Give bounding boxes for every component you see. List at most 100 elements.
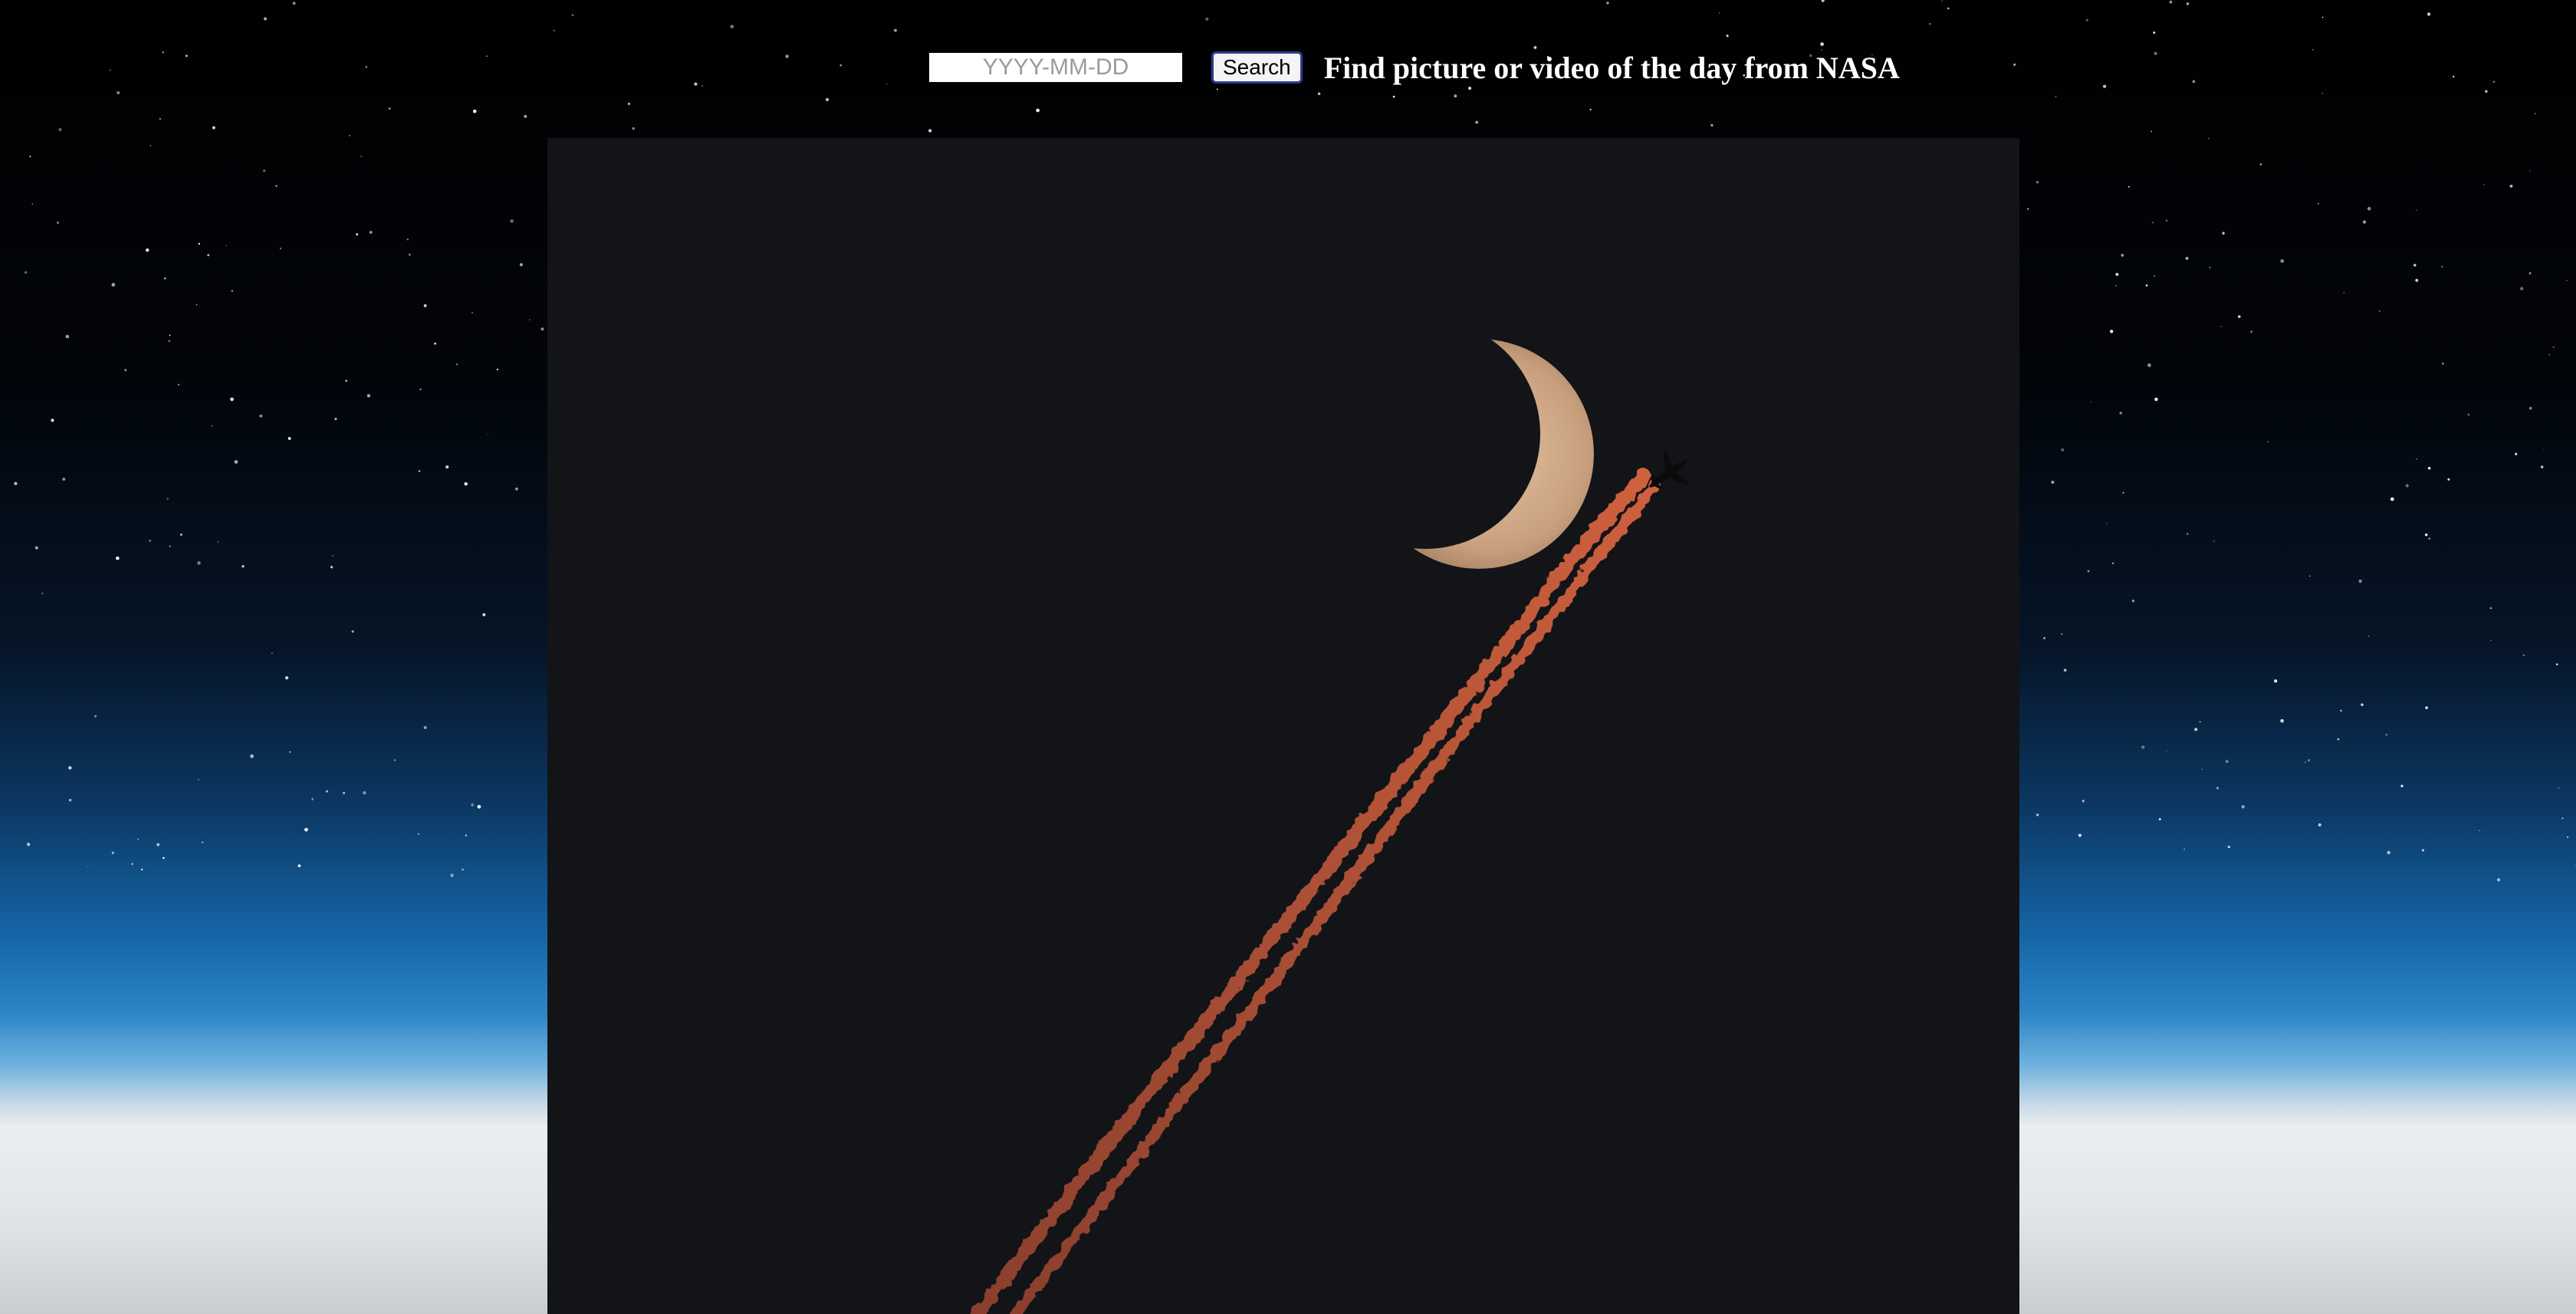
star (2529, 406, 2532, 410)
star (345, 379, 347, 382)
star (1820, 42, 1824, 46)
star (2216, 787, 2220, 790)
star (51, 419, 54, 422)
star (2361, 703, 2364, 706)
star (2400, 784, 2404, 787)
star (2112, 562, 2114, 564)
star (893, 28, 897, 32)
star (2425, 533, 2428, 537)
star (2220, 325, 2223, 327)
star (406, 238, 409, 241)
star (1718, 12, 1720, 14)
star (2154, 51, 2157, 55)
star (1947, 7, 1950, 10)
star (2036, 813, 2039, 816)
star (29, 156, 31, 158)
star (2209, 267, 2211, 268)
star (65, 334, 70, 339)
star (2154, 274, 2156, 277)
star (2367, 635, 2370, 637)
star (2483, 183, 2485, 186)
star (2043, 636, 2046, 639)
star (694, 82, 698, 86)
star (2158, 818, 2161, 821)
star (450, 873, 454, 878)
star (2051, 481, 2055, 484)
star (212, 126, 215, 130)
star (2085, 18, 2088, 21)
star (168, 340, 171, 343)
star (2141, 745, 2145, 749)
star (115, 556, 120, 560)
star (311, 798, 314, 800)
star (486, 55, 488, 57)
star (2090, 401, 2092, 403)
star (2528, 272, 2532, 274)
star (928, 129, 932, 133)
star (2186, 2, 2190, 5)
star (2543, 449, 2545, 451)
star (2312, 49, 2314, 51)
star (369, 231, 373, 234)
star (24, 271, 28, 274)
star (202, 841, 204, 843)
star (109, 69, 111, 71)
star (840, 64, 842, 67)
star (540, 327, 544, 331)
star (2154, 397, 2158, 402)
star (186, 54, 188, 57)
star (156, 843, 160, 846)
star (2566, 280, 2568, 281)
star (393, 759, 396, 761)
star (230, 397, 234, 402)
star (169, 545, 171, 547)
star (343, 792, 345, 794)
star (2479, 829, 2480, 832)
star (2227, 846, 2230, 849)
star (2250, 330, 2253, 333)
star (2013, 63, 2016, 66)
star (1606, 2, 1609, 5)
star (2145, 284, 2148, 287)
star (326, 790, 328, 793)
star (351, 630, 354, 633)
star (2515, 452, 2518, 455)
star (68, 799, 72, 802)
star (356, 233, 359, 236)
star (14, 481, 18, 485)
star (477, 804, 481, 809)
star (1941, 0, 1944, 2)
star (87, 866, 89, 867)
star (423, 726, 427, 729)
star (149, 539, 152, 542)
star (2102, 84, 2107, 88)
star (2131, 600, 2135, 603)
star (2115, 284, 2117, 287)
star (2194, 728, 2198, 731)
star (1317, 92, 1321, 96)
star (2509, 184, 2513, 188)
star (2110, 330, 2114, 333)
star (179, 534, 182, 536)
star (292, 2, 296, 5)
star (417, 833, 419, 835)
star (785, 54, 789, 58)
star (388, 107, 391, 110)
star (2307, 759, 2311, 762)
date-input[interactable] (929, 53, 1182, 82)
search-button[interactable]: Search (1211, 51, 1303, 84)
star (408, 253, 411, 256)
star (1475, 120, 1479, 124)
star (2169, 0, 2173, 4)
star (330, 566, 334, 569)
star (2063, 668, 2067, 672)
star (197, 779, 199, 780)
star (2385, 734, 2387, 736)
star (2337, 737, 2340, 741)
star (2165, 219, 2168, 222)
star (2390, 497, 2394, 501)
star (1036, 108, 1040, 113)
star (271, 652, 273, 654)
star (332, 554, 334, 557)
star (285, 676, 289, 680)
